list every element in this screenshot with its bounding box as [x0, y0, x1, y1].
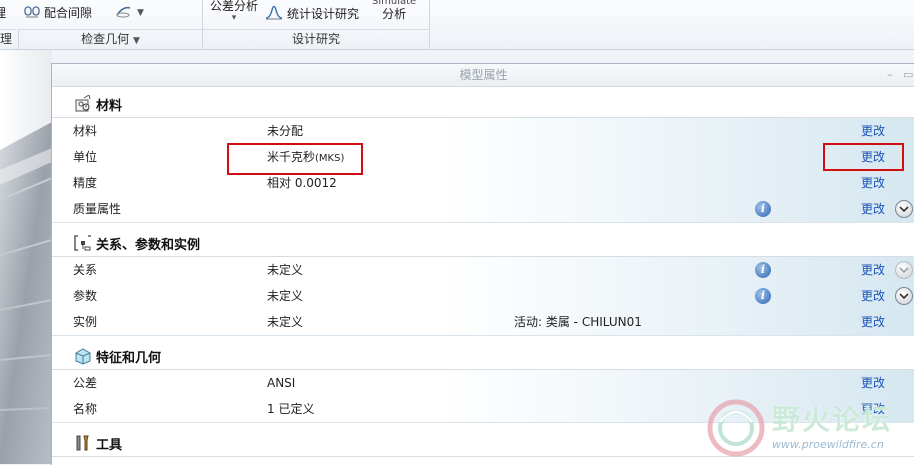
property-label: 实例 — [73, 315, 98, 329]
section-title: 材料 — [96, 98, 123, 114]
property-label: 质量属性 — [73, 202, 122, 216]
property-label: 关系 — [73, 263, 98, 277]
chevron-down-icon: ▼ — [137, 7, 144, 18]
bell-curve-icon — [265, 4, 283, 23]
section-title: 工具 — [96, 437, 123, 453]
section-tools: 工具 — [52, 430, 914, 457]
stat-design-study-label: 统计设计研究 — [287, 7, 360, 21]
simulate-analysis-button[interactable]: Simulate 分析 — [372, 0, 416, 20]
property-label: 材料 — [73, 124, 98, 138]
property-row: 名称 1 已定义 更改 — [52, 396, 914, 423]
property-label: 名称 — [73, 402, 98, 416]
minimize-icon[interactable]: – — [887, 64, 893, 86]
property-value: 未分配 — [267, 124, 304, 138]
expand-chevron-icon[interactable] — [895, 287, 913, 305]
property-row: 精度 相对 0.0012 更改 — [52, 170, 914, 197]
info-icon[interactable]: i — [755, 288, 771, 304]
geometry-check-dropdown[interactable]: ▼ — [115, 4, 144, 21]
property-value: ANSI — [267, 376, 296, 390]
change-link[interactable]: 更改 — [861, 396, 885, 422]
property-value: 未定义 — [267, 315, 304, 329]
change-link[interactable]: 更改 — [861, 118, 885, 144]
cube-icon — [72, 346, 94, 366]
change-link[interactable]: 更改 — [861, 309, 885, 335]
stat-design-study-button[interactable]: 统计设计研究 — [265, 4, 359, 23]
geometry-check-icon — [115, 4, 133, 21]
property-row: 参数 未定义 i 更改 — [52, 283, 914, 310]
model-viewport[interactable] — [0, 50, 52, 464]
property-row: 质量属性 i 更改 — [52, 196, 914, 223]
section-title: 特征和几何 — [96, 350, 162, 366]
ribbon-cut-label: 理 — [0, 6, 7, 20]
expand-chevron-icon[interactable] — [895, 200, 913, 218]
group-design-study-label: 设计研究 — [203, 29, 429, 49]
expand-chevron-icon[interactable] — [895, 261, 913, 279]
model-gear-shape — [0, 122, 52, 464]
property-value: 未定义 — [267, 263, 304, 277]
property-label: 公差 — [73, 376, 98, 390]
chevron-down-icon: ▾ — [231, 13, 237, 23]
section-relations: 关系、参数和实例 — [52, 230, 914, 257]
change-link[interactable]: 更改 — [861, 370, 885, 396]
dialog-titlebar[interactable]: 模型属性 – ▭ — [52, 64, 914, 87]
info-icon[interactable]: i — [755, 262, 771, 278]
ribbon-cut-item[interactable]: 理 — [0, 4, 6, 21]
model-properties-dialog: 模型属性 – ▭ 材料 材料 未分配 更改 单位 米千克秒(MKS) 更改 精度… — [51, 63, 914, 465]
tolerance-analysis-label: 公差分析 — [210, 0, 259, 13]
chevron-down-icon: ▼ — [132, 36, 140, 46]
tools-icon — [72, 433, 94, 453]
property-label: 单位 — [73, 150, 98, 164]
dialog-title: 模型属性 — [459, 68, 508, 82]
instance-active-text: 活动: 类属 - CHILUN01 — [514, 315, 642, 329]
ribbon-divider — [429, 0, 430, 49]
change-link[interactable]: 更改 — [861, 196, 885, 222]
section-features: 特征和几何 — [52, 343, 914, 370]
fit-clearance-button[interactable]: 配合间隙 — [24, 4, 92, 21]
section-material: 材料 — [52, 91, 914, 118]
maximize-icon[interactable]: ▭ — [903, 64, 913, 86]
group-check-geometry[interactable]: 检查几何 ▼ — [19, 29, 202, 49]
tolerance-analysis-button[interactable]: 公差分析 ▾ — [210, 0, 259, 23]
property-row: 材料 未分配 更改 — [52, 118, 914, 145]
clearance-icon — [24, 4, 40, 21]
property-row: 公差 ANSI 更改 — [52, 370, 914, 397]
change-units-highlight-box — [823, 143, 904, 171]
units-highlight-box — [227, 143, 363, 175]
property-label: 精度 — [73, 176, 98, 190]
property-value: 未定义 — [267, 289, 304, 303]
change-link[interactable]: 更改 — [861, 170, 885, 196]
group-check-geometry-label: 检查几何 — [81, 32, 130, 46]
info-icon[interactable]: i — [755, 201, 771, 217]
ribbon-toolbar: 理 配合间隙 ▼ 公差分析 ▾ 统计设计研究 Simulate 分析 理 检查几… — [0, 0, 914, 50]
property-row: 关系 未定义 i 更改 — [52, 257, 914, 284]
property-row: 实例 未定义 活动: 类属 - CHILUN01 更改 — [52, 309, 914, 336]
material-icon — [72, 94, 94, 114]
property-label: 参数 — [73, 289, 98, 303]
group-label-cut: 理 — [0, 29, 16, 49]
change-link[interactable]: 更改 — [861, 283, 885, 309]
property-row: 单位 米千克秒(MKS) 更改 — [52, 144, 914, 171]
section-title: 关系、参数和实例 — [96, 237, 201, 253]
fit-clearance-label: 配合间隙 — [44, 6, 93, 20]
property-value: 1 已定义 — [267, 402, 315, 416]
simulate-bottom-label: 分析 — [382, 7, 407, 21]
change-link[interactable]: 更改 — [861, 257, 885, 283]
relations-icon — [72, 233, 94, 253]
